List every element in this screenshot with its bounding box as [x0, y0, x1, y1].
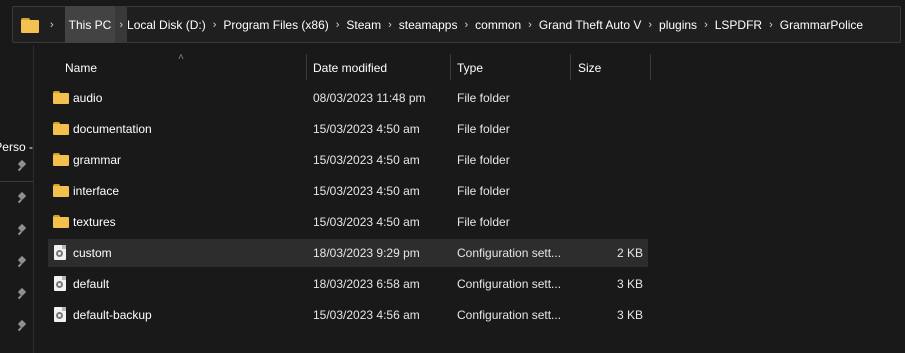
chevron-right-icon[interactable]: › — [641, 19, 659, 31]
pin-icon[interactable] — [18, 225, 26, 235]
file-type: File folder — [457, 122, 510, 136]
file-size: 3 KB — [616, 277, 643, 291]
folder-icon — [21, 17, 43, 33]
config-file-icon — [54, 276, 66, 291]
column-header-size[interactable]: Size — [578, 54, 601, 82]
file-row[interactable]: grammar 15/03/2023 4:50 am File folder — [48, 146, 648, 174]
navigation-pane[interactable]: - Perso — [0, 45, 34, 353]
file-size — [577, 146, 643, 174]
file-row[interactable]: default-backup 15/03/2023 4:56 am Configur… — [48, 301, 648, 329]
breadcrumb-item[interactable]: Steam — [346, 18, 381, 32]
config-file-icon — [54, 245, 66, 260]
column-header-name[interactable]: Name — [65, 54, 97, 82]
file-size — [577, 177, 643, 205]
breadcrumb: › This PC › Local Disk (D:) › Program Files (… — [43, 6, 863, 43]
file-type: Configuration sett... — [457, 277, 562, 291]
file-type: Configuration sett... — [457, 308, 562, 322]
file-name: audio — [73, 91, 103, 105]
column-header-type[interactable]: Type — [457, 54, 483, 82]
pin-icon[interactable] — [18, 257, 26, 267]
file-name: grammar — [73, 153, 122, 167]
file-date-modified: 15/03/2023 4:50 am — [313, 153, 420, 167]
pin-icon[interactable] — [18, 193, 26, 203]
file-type: File folder — [457, 153, 510, 167]
config-file-icon — [54, 307, 66, 322]
file-size: 3 KB — [616, 308, 643, 322]
chevron-right-icon[interactable]: › — [697, 19, 715, 31]
chevron-right-icon[interactable]: › — [206, 19, 224, 31]
folder-icon — [53, 91, 69, 104]
file-row[interactable]: interface 15/03/2023 4:50 am File folder — [48, 177, 648, 205]
chevron-right-icon[interactable]: › — [762, 19, 780, 31]
column-divider[interactable] — [306, 54, 307, 80]
pin-icon[interactable] — [18, 321, 26, 331]
file-date-modified: 18/03/2023 6:58 am — [313, 277, 420, 291]
file-date-modified: 15/03/2023 4:50 am — [313, 184, 420, 198]
column-header-row: ˄ Name Date modified Type Size — [35, 52, 905, 82]
file-name: default — [73, 277, 110, 291]
breadcrumb-item[interactable]: Program Files (x86) — [223, 18, 328, 32]
chevron-right-icon[interactable]: › — [521, 19, 539, 31]
file-type: File folder — [457, 91, 510, 105]
file-name: default-backup — [73, 308, 152, 322]
file-size — [577, 115, 643, 143]
file-row[interactable]: default 18/03/2023 6:58 am Configuration s… — [48, 270, 648, 298]
folder-icon — [53, 153, 69, 166]
breadcrumb-item[interactable]: Local Disk (D:) — [127, 18, 206, 32]
breadcrumb-item[interactable]: steamapps — [399, 18, 458, 32]
address-bar[interactable]: › This PC › Local Disk (D:) › Program Files (… — [12, 6, 901, 43]
pin-icon[interactable] — [18, 289, 26, 299]
file-row[interactable]: textures 15/03/2023 4:50 am File folder — [48, 208, 648, 236]
file-name: custom — [73, 246, 112, 260]
file-size: 2 KB — [616, 246, 643, 260]
file-row[interactable]: audio 08/03/2023 11:48 pm File folder — [48, 84, 648, 112]
chevron-right-icon[interactable]: › — [43, 19, 61, 31]
column-header-date[interactable]: Date modified — [313, 54, 387, 82]
file-name: interface — [73, 184, 120, 198]
chevron-right-icon[interactable]: › — [329, 19, 347, 31]
file-row[interactable]: documentation 15/03/2023 4:50 am File fold… — [48, 115, 648, 143]
file-type: File folder — [457, 215, 510, 229]
file-row[interactable]: custom 18/03/2023 9:29 pm Configuration se… — [48, 239, 648, 267]
breadcrumb-item[interactable]: common — [475, 18, 521, 32]
file-type: Configuration sett... — [457, 246, 562, 260]
file-date-modified: 18/03/2023 9:29 pm — [313, 246, 420, 260]
file-explorer-window: › This PC › Local Disk (D:) › Program Files (… — [0, 0, 905, 353]
folder-icon — [53, 215, 69, 228]
file-type: File folder — [457, 184, 510, 198]
pin-icon[interactable] — [18, 161, 26, 171]
column-divider[interactable] — [650, 54, 651, 80]
file-name: textures — [73, 215, 116, 229]
file-date-modified: 15/03/2023 4:50 am — [313, 215, 420, 229]
breadcrumb-item[interactable]: This PC — [64, 6, 116, 43]
file-date-modified: 08/03/2023 11:48 pm — [313, 91, 426, 105]
breadcrumb-item[interactable]: Grand Theft Auto V — [539, 18, 642, 32]
file-name: documentation — [73, 122, 152, 136]
folder-icon — [53, 184, 69, 197]
breadcrumb-item[interactable]: plugins — [659, 18, 697, 32]
chevron-right-icon[interactable]: › — [115, 6, 128, 43]
file-size — [577, 84, 643, 112]
chevron-right-icon[interactable]: › — [457, 19, 475, 31]
chevron-right-icon[interactable]: › — [381, 19, 399, 31]
nav-divider — [0, 181, 33, 182]
breadcrumb-item[interactable]: LSPDFR — [715, 18, 762, 32]
folder-icon — [53, 122, 69, 135]
column-divider[interactable] — [570, 54, 571, 80]
sort-ascending-icon: ˄ — [178, 52, 184, 63]
file-date-modified: 15/03/2023 4:50 am — [313, 122, 420, 136]
nav-item-label[interactable]: - Perso — [0, 140, 33, 154]
file-date-modified: 15/03/2023 4:56 am — [313, 308, 420, 322]
column-divider[interactable] — [450, 54, 451, 80]
breadcrumb-item[interactable]: GrammarPolice — [780, 18, 863, 32]
file-size — [577, 208, 643, 236]
